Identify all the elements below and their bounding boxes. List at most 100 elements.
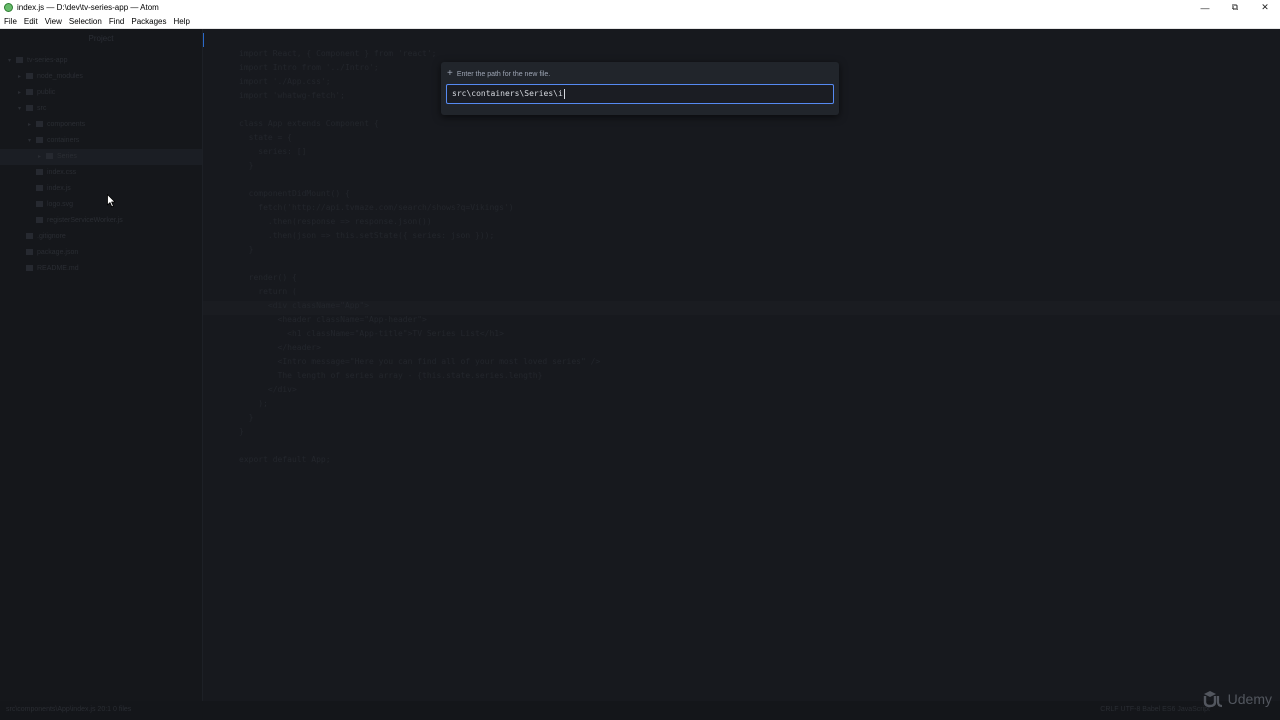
menu-packages[interactable]: Packages <box>127 17 169 26</box>
tree-item-label: registerServiceWorker.js <box>47 217 123 224</box>
tree-item[interactable]: ▾ src <box>0 101 202 117</box>
line-number-gutter <box>203 29 229 701</box>
menu-help[interactable]: Help <box>170 17 193 26</box>
menu-bar: File Edit View Selection Find Packages H… <box>0 15 1280 29</box>
tree-item-label: tv-series-app <box>27 57 68 64</box>
tree-item-label: package.json <box>37 249 79 256</box>
code-line: class App extends Component { <box>239 119 379 128</box>
code-line: <div className="App"> <box>239 301 370 310</box>
tree-item[interactable]: ▸ Series <box>0 149 202 165</box>
chevron-right-icon: ▸ <box>28 122 32 128</box>
tree-item[interactable]: .gitignore <box>0 229 202 245</box>
tree-item[interactable]: registerServiceWorker.js <box>0 213 202 229</box>
text-editor[interactable]: import React, { Component } from 'react'… <box>203 29 1280 701</box>
tree-item[interactable]: ▸ node_modules <box>0 69 202 85</box>
tree-item-label: Series <box>57 153 77 160</box>
tree-item-label: README.md <box>37 265 79 272</box>
file-icon <box>26 233 33 240</box>
tree-item-label: src <box>37 105 47 112</box>
code-line: <Intro message="Here you can find all of… <box>239 357 601 366</box>
file-icon <box>26 249 33 256</box>
udemy-logo-icon <box>1203 691 1222 708</box>
code-line: ); <box>239 399 268 408</box>
folder-icon <box>26 73 33 80</box>
tree-item-label: containers <box>47 137 80 144</box>
code-line: The length of series array - {this.state… <box>239 371 543 380</box>
chevron-right-icon: ▸ <box>38 154 42 160</box>
folder-icon <box>36 121 43 128</box>
menu-find[interactable]: Find <box>105 17 128 26</box>
tree-item[interactable]: ▸ components <box>0 117 202 133</box>
tree-item-label: public <box>37 89 56 96</box>
menu-edit[interactable]: Edit <box>20 17 41 26</box>
menu-file[interactable]: File <box>0 17 20 26</box>
chevron-down-icon: ▾ <box>8 58 12 64</box>
chevron-down-icon: ▾ <box>28 138 32 144</box>
menu-selection[interactable]: Selection <box>65 17 105 26</box>
window-controls: — ⧉ ✕ <box>1190 0 1280 15</box>
workspace: Project ▾ tv-series-app ▸ node_modules ▸ publ… <box>0 29 1280 701</box>
code-line: series: [] <box>239 147 307 156</box>
tree-item-label: index.js <box>47 185 71 192</box>
code-line: state = { <box>239 133 292 142</box>
plus-icon: + <box>447 68 453 79</box>
tree-item[interactable]: logo.svg <box>0 197 202 213</box>
new-file-dialog: + Enter the path for the new file. src\c… <box>441 62 839 115</box>
code-line: </header> <box>239 343 321 352</box>
text-caret <box>563 88 565 99</box>
folder-icon <box>36 137 43 144</box>
code-line: .then(response => response.json()) <box>239 217 432 226</box>
chevron-down-icon: ▾ <box>18 106 22 112</box>
tree-item[interactable]: ▸ public <box>0 85 202 101</box>
tree-item[interactable]: index.js <box>0 181 202 197</box>
code-line: render() { <box>239 273 297 282</box>
tree-view: Project ▾ tv-series-app ▸ node_modules ▸ publ… <box>0 29 203 701</box>
atom-app-icon <box>4 3 13 12</box>
minimize-button[interactable]: — <box>1190 0 1220 15</box>
code-line: componentDidMount() { <box>239 189 350 198</box>
tree-item-label: node_modules <box>37 73 83 80</box>
tree-item-label: index.css <box>47 169 77 176</box>
code-line: export default App; <box>239 455 331 464</box>
file-icon <box>36 169 43 176</box>
tree-item-label: logo.svg <box>47 201 74 208</box>
tree-view-header[interactable]: Project <box>0 29 202 49</box>
code-line: <header className="App-header"> <box>239 315 427 324</box>
code-line: fetch('http://api.tvmaze.com/search/show… <box>239 203 514 212</box>
file-icon <box>36 185 43 192</box>
code-line: </div> <box>239 385 297 394</box>
code-line: } <box>239 413 254 422</box>
tree-item[interactable]: package.json <box>0 245 202 261</box>
file-icon <box>36 201 43 208</box>
code-line: <h1 className="App-title">TV Series List… <box>239 329 504 338</box>
file-icon <box>26 265 33 272</box>
status-file-info[interactable]: src\components\App\index.js 20:1 0 files <box>6 706 131 713</box>
udemy-watermark: Udemy <box>1202 690 1272 708</box>
mouse-pointer-icon <box>107 194 116 208</box>
folder-icon <box>16 57 23 64</box>
code-line: } <box>239 427 244 436</box>
tree-item[interactable]: ▾ tv-series-app <box>0 53 202 69</box>
dialog-prompt: + Enter the path for the new file. <box>447 68 550 79</box>
window-title-bar: index.js — D:\dev\tv-series-app — Atom —… <box>0 0 1280 15</box>
tree-item-label: components <box>47 121 86 128</box>
new-file-path-input[interactable]: src\containers\Series\i <box>446 84 834 104</box>
folder-icon <box>46 153 53 160</box>
code-line: } <box>239 161 254 170</box>
close-button[interactable]: ✕ <box>1250 0 1280 15</box>
code-line: import React, { Component } from 'react'… <box>239 49 437 58</box>
tree-item[interactable]: README.md <box>0 261 202 277</box>
file-tree: ▾ tv-series-app ▸ node_modules ▸ public ▾ src ▸ c… <box>0 53 202 277</box>
tree-item[interactable]: ▾ containers <box>0 133 202 149</box>
udemy-wordmark: Udemy <box>1227 691 1272 707</box>
tree-item[interactable]: index.css <box>0 165 202 181</box>
window-title: index.js — D:\dev\tv-series-app — Atom <box>17 3 159 12</box>
menu-view[interactable]: View <box>41 17 65 26</box>
code-line: return ( <box>239 287 297 296</box>
status-encoding-info[interactable]: CRLF UTF-8 Babel ES6 JavaScript <box>1100 706 1210 713</box>
maximize-button[interactable]: ⧉ <box>1220 0 1250 15</box>
code-line: .then(json => this.setState({ series: js… <box>239 231 495 240</box>
